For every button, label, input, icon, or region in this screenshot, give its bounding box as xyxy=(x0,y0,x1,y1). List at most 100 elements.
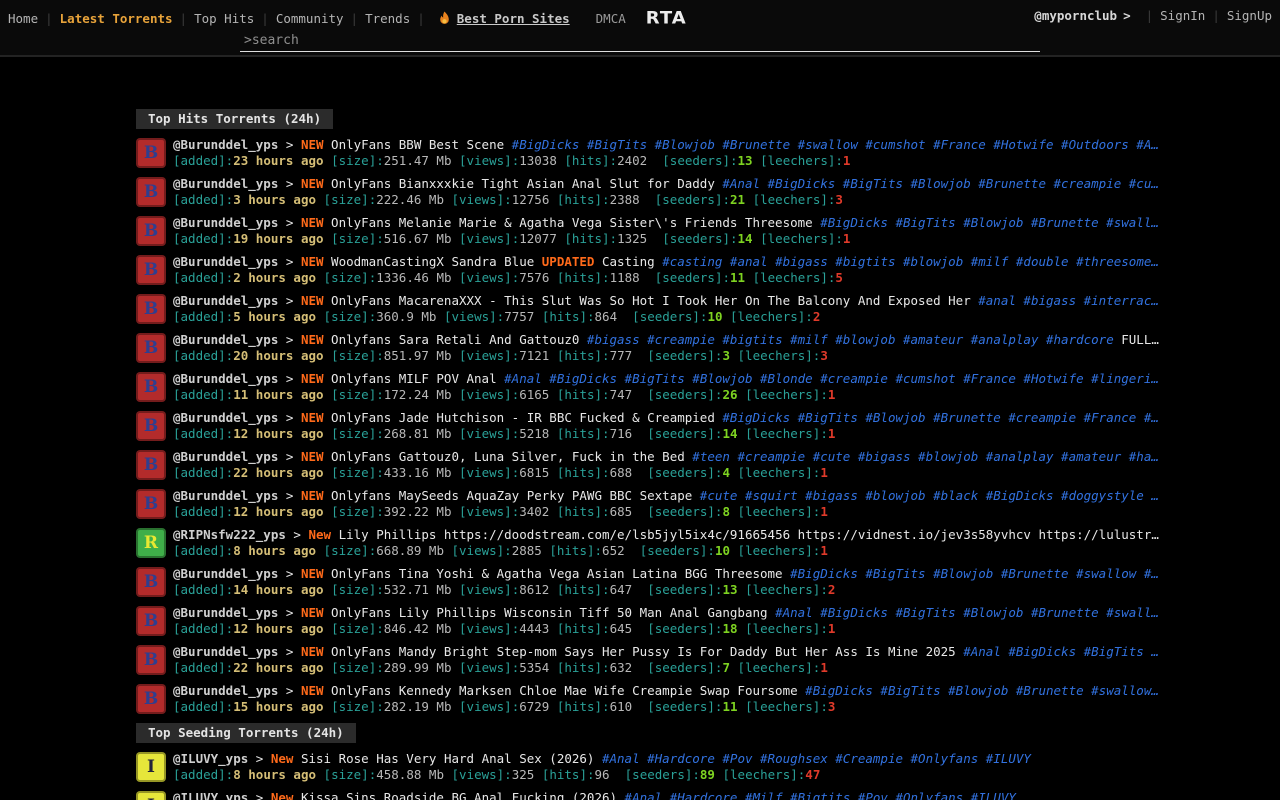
stat-value-added: 11 hours ago xyxy=(233,387,323,402)
nav-item-community[interactable]: Community xyxy=(276,11,344,26)
torrent-title-line: @Burunddel_yps > NEW WoodmanCastingX San… xyxy=(173,254,1280,270)
avatar[interactable]: B xyxy=(136,411,166,441)
avatar[interactable]: B xyxy=(136,177,166,207)
tag-links[interactable]: #BigDicks #BigTits #Blowjob #Brunette #s… xyxy=(783,566,1159,581)
username-link[interactable]: @Burunddel_yps xyxy=(173,683,278,698)
avatar[interactable]: B xyxy=(136,294,166,324)
torrent-title[interactable]: OnlyFans BBW Best Scene xyxy=(331,137,504,152)
torrent-title[interactable]: Onlyfans MILF POV Anal xyxy=(331,371,497,386)
nav-item-home[interactable]: Home xyxy=(8,11,38,26)
tag-links[interactable]: #cute #squirt #bigass #blowjob #black #B… xyxy=(692,488,1159,503)
torrent-title[interactable]: OnlyFans Kennedy Marksen Chloe Mae Wife … xyxy=(331,683,798,698)
tag-links[interactable]: #Anal #BigDicks #BigTits #Blowjob #Brune… xyxy=(715,176,1159,191)
signup-link[interactable]: SignUp xyxy=(1227,8,1272,23)
username-link[interactable]: @Burunddel_yps xyxy=(173,605,278,620)
tag-links[interactable]: #BigDicks #BigTits #Blowjob #Brunette #s… xyxy=(504,137,1159,152)
torrent-title[interactable]: OnlyFans MacarenaXXX - This Slut Was So … xyxy=(331,293,971,308)
torrent-title[interactable]: Onlyfans Sara Retali And Gattouz0 xyxy=(331,332,579,347)
torrent-title[interactable]: Kissa Sins Roadside BG Anal Fucking (202… xyxy=(301,790,617,800)
stat-label-views: [views]: xyxy=(459,660,519,675)
site-name[interactable]: @mypornclub xyxy=(1034,8,1117,23)
stat-value-added: 3 hours ago xyxy=(233,192,316,207)
tag-links[interactable]: #Anal #BigDicks #BigTits #Blowjob #Blond… xyxy=(497,371,1159,386)
tag-links[interactable]: #bigass #creampie #bigtits #milf #blowjo… xyxy=(579,332,1113,347)
chevron-right-icon: > xyxy=(278,449,301,464)
tag-links[interactable]: #Anal #Hardcore #Milf #Bigtits #Pov #Onl… xyxy=(617,790,1016,800)
torrent-title[interactable]: OnlyFans Jade Hutchison - IR BBC Fucked … xyxy=(331,410,715,425)
username-link[interactable]: @Burunddel_yps xyxy=(173,293,278,308)
promo-link[interactable]: Best Porn Sites xyxy=(438,11,570,26)
search-input[interactable] xyxy=(240,31,1040,52)
username-link[interactable]: @Burunddel_yps xyxy=(173,488,278,503)
avatar-letter: B xyxy=(144,611,158,631)
torrent-text: @Burunddel_yps > NEW OnlyFans Bianxxxkie… xyxy=(173,176,1280,208)
torrent-row: B @Burunddel_yps > NEW Onlyfans MaySeeds… xyxy=(136,488,1280,520)
avatar[interactable]: I xyxy=(136,791,166,800)
torrent-title[interactable]: OnlyFans Gattouz0, Luna Silver, Fuck in … xyxy=(331,449,685,464)
tag-links[interactable]: #Anal #BigDicks #BigTits … xyxy=(956,644,1159,659)
signin-link[interactable]: SignIn xyxy=(1160,8,1205,23)
spacer xyxy=(293,790,301,800)
torrent-title[interactable]: OnlyFans Lily Phillips Wisconsin Tiff 50… xyxy=(331,605,768,620)
torrent-row: B @Burunddel_yps > NEW OnlyFans Mandy Br… xyxy=(136,644,1280,676)
username-link[interactable]: @Burunddel_yps xyxy=(173,449,278,464)
tag-links[interactable]: #casting #anal #bigass #bigtits #blowjob… xyxy=(655,254,1159,269)
username-link[interactable]: @Burunddel_yps xyxy=(173,410,278,425)
tag-links[interactable]: #BigDicks #BigTits #Blowjob #Brunette #s… xyxy=(813,215,1159,230)
tag-links[interactable]: #Anal #BigDicks #BigTits #Blowjob #Brune… xyxy=(768,605,1159,620)
avatar[interactable]: B xyxy=(136,489,166,519)
username-link[interactable]: @Burunddel_yps xyxy=(173,332,278,347)
username-link[interactable]: @Burunddel_yps xyxy=(173,137,278,152)
avatar[interactable]: B xyxy=(136,450,166,480)
stat-value-added: 5 hours ago xyxy=(233,309,316,324)
new-badge: NEW xyxy=(301,644,324,659)
username-link[interactable]: @Burunddel_yps xyxy=(173,371,278,386)
username-link[interactable]: @Burunddel_yps xyxy=(173,254,278,269)
stat-label-seeders: [seeders]: xyxy=(647,699,722,714)
stat-label-views: [views]: xyxy=(459,426,519,441)
stat-value-hits: 652 xyxy=(602,543,625,558)
torrent-title[interactable]: Sisi Rose Has Very Hard Anal Sex (2026) xyxy=(301,751,595,766)
stat-value-hits: 610 xyxy=(610,699,633,714)
dmca-link[interactable]: DMCA xyxy=(596,11,626,26)
username-link[interactable]: @Burunddel_yps xyxy=(173,176,278,191)
tag-links[interactable]: #BigDicks #BigTits #Blowjob #Brunette #s… xyxy=(798,683,1159,698)
tag-links[interactable]: #teen #creampie #cute #bigass #blowjob #… xyxy=(685,449,1159,464)
avatar[interactable]: B xyxy=(136,684,166,714)
torrent-title[interactable]: Lily Phillips https://doodstream.com/e/l… xyxy=(339,527,1159,542)
avatar[interactable]: B xyxy=(136,567,166,597)
torrent-title[interactable]: OnlyFans Melanie Marie & Agatha Vega Sis… xyxy=(331,215,813,230)
torrent-title[interactable]: OnlyFans Bianxxxkie Tight Asian Anal Slu… xyxy=(331,176,715,191)
avatar[interactable]: B xyxy=(136,333,166,363)
username-link[interactable]: @ILUVY_yps xyxy=(173,751,248,766)
stat-value-leechers: 1 xyxy=(820,504,828,519)
avatar[interactable]: R xyxy=(136,528,166,558)
username-link[interactable]: @ILUVY_yps xyxy=(173,790,248,800)
avatar[interactable]: B xyxy=(136,216,166,246)
avatar[interactable]: B xyxy=(136,138,166,168)
stat-label-leechers: [leechers]: xyxy=(745,426,828,441)
stat-value-seeders: 7 xyxy=(722,660,730,675)
username-link[interactable]: @Burunddel_yps xyxy=(173,644,278,659)
nav-item-latest-torrents[interactable]: Latest Torrents xyxy=(60,11,173,26)
username-link[interactable]: @Burunddel_yps xyxy=(173,215,278,230)
torrent-title[interactable]: OnlyFans Mandy Bright Step-mom Says Her … xyxy=(331,644,956,659)
avatar-letter: B xyxy=(144,338,158,358)
nav-item-trends[interactable]: Trends xyxy=(365,11,410,26)
nav-item-top-hits[interactable]: Top Hits xyxy=(194,11,254,26)
stat-label-hits: [hits]: xyxy=(557,387,610,402)
promo-label[interactable]: Best Porn Sites xyxy=(457,11,570,26)
avatar[interactable]: B xyxy=(136,255,166,285)
tag-links[interactable]: #BigDicks #BigTits #Blowjob #Brunette #c… xyxy=(715,410,1159,425)
torrent-title[interactable]: WoodmanCastingX Sandra Blue UPDATED Cast… xyxy=(331,254,655,269)
torrent-title[interactable]: Onlyfans MaySeeds AquaZay Perky PAWG BBC… xyxy=(331,488,692,503)
username-link[interactable]: @Burunddel_yps xyxy=(173,566,278,581)
avatar[interactable]: B xyxy=(136,372,166,402)
avatar[interactable]: B xyxy=(136,645,166,675)
torrent-title[interactable]: OnlyFans Tina Yoshi & Agatha Vega Asian … xyxy=(331,566,783,581)
tag-links[interactable]: #anal #bigass #interrac… xyxy=(971,293,1159,308)
username-link[interactable]: @RIPNsfw222_yps xyxy=(173,527,286,542)
tag-links[interactable]: #Anal #Hardcore #Pov #Roughsex #Creampie… xyxy=(594,751,1031,766)
avatar[interactable]: I xyxy=(136,752,166,782)
avatar[interactable]: B xyxy=(136,606,166,636)
